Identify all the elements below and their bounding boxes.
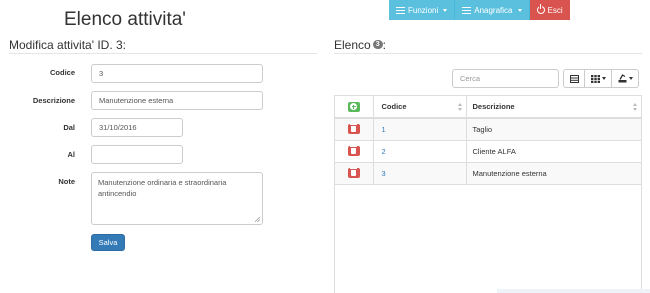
page-title: Elenco attivita' — [64, 9, 186, 30]
descrizione-label: Descrizione — [32, 96, 75, 105]
delete-row-button[interactable] — [347, 146, 360, 156]
export-icon — [618, 74, 626, 83]
caret-down-icon — [443, 8, 448, 12]
grid-icon — [590, 74, 600, 83]
codice-cell[interactable]: 1 — [372, 118, 466, 141]
form-title-divider — [9, 53, 317, 54]
form-title: Modifica attivita' ID. 3: — [9, 38, 126, 52]
trash-icon — [350, 146, 358, 154]
list-icon — [462, 6, 472, 14]
columns-icon — [569, 74, 579, 83]
trash-icon — [350, 124, 358, 133]
funzioni-menu-button[interactable]: Funzioni — [389, 0, 456, 20]
trash-icon — [350, 168, 358, 176]
esci-label: Esci — [547, 5, 563, 15]
count-badge: 3 — [372, 40, 383, 50]
dal-label: Dal — [63, 123, 75, 132]
anagrafica-label: Anagrafica — [474, 5, 513, 15]
table-row[interactable]: 2 Cliente ALFA — [335, 140, 641, 163]
codice-label: Codice — [49, 68, 75, 77]
row-actions-cell — [335, 140, 373, 163]
funzioni-label: Funzioni — [408, 5, 439, 15]
codice-header-label: Codice — [381, 102, 407, 111]
caret-down-icon — [517, 8, 522, 12]
table-header-row: Codice Descrizione — [335, 96, 641, 119]
save-button[interactable]: Salva — [91, 234, 125, 251]
table-toolbar — [563, 69, 639, 88]
descrizione-cell: Manutenzione esterna — [465, 162, 641, 185]
al-date-field[interactable] — [91, 145, 183, 164]
add-record-button[interactable] — [347, 101, 360, 112]
codice-column-header[interactable]: Codice — [372, 96, 466, 119]
esci-button[interactable]: Esci — [529, 0, 570, 20]
row-actions-cell — [335, 118, 373, 141]
descrizione-field[interactable]: Manutenzione esterna — [91, 91, 263, 110]
descrizione-header-label: Descrizione — [472, 102, 515, 111]
descrizione-cell: Taglio — [465, 118, 641, 141]
table-row[interactable]: 3 Manutenzione esterna — [335, 162, 641, 185]
codice-cell[interactable]: 3 — [372, 162, 466, 185]
records-table: Codice Descrizione 1 Taglio 2 Cliente AL… — [334, 95, 642, 293]
sort-icon — [457, 103, 462, 111]
top-nav: Funzioni Anagrafica Esci — [389, 0, 570, 20]
export-menu-button[interactable] — [612, 69, 639, 88]
codice-field[interactable]: 3 — [91, 64, 263, 83]
power-icon — [536, 4, 545, 14]
note-textarea[interactable]: Manutenzione ordinaria e straordinaria a… — [91, 172, 263, 225]
caret-down-icon — [601, 77, 606, 80]
records-table-grid: Codice Descrizione 1 Taglio 2 Cliente AL… — [335, 96, 641, 185]
anagrafica-menu-button[interactable]: Anagrafica — [455, 0, 530, 20]
note-label: Note — [58, 177, 75, 186]
delete-row-button[interactable] — [347, 168, 360, 178]
list-title: Elenco 3: — [334, 38, 386, 52]
search-input[interactable]: Cerca — [452, 69, 559, 88]
row-actions-cell — [335, 162, 373, 185]
descrizione-column-header[interactable]: Descrizione — [465, 96, 641, 119]
dal-date-field[interactable]: 31/10/2016 — [91, 118, 183, 137]
toggle-view-button[interactable] — [563, 69, 585, 88]
delete-row-button[interactable] — [347, 124, 360, 135]
list-title-text: Elenco — [334, 38, 371, 52]
list-title-colon: : — [382, 38, 386, 52]
descrizione-cell: Cliente ALFA — [465, 140, 641, 163]
list-icon — [396, 6, 405, 14]
sort-icon — [633, 103, 637, 111]
columns-menu-button[interactable] — [585, 69, 612, 88]
table-row[interactable]: 1 Taglio — [335, 118, 641, 141]
plus-icon — [350, 103, 358, 110]
app-root: Funzioni Anagrafica Esci Elenco attivita… — [0, 0, 650, 293]
codice-cell[interactable]: 2 — [372, 140, 466, 163]
add-column-header — [335, 96, 373, 119]
caret-down-icon — [628, 77, 633, 80]
list-title-divider — [334, 53, 642, 54]
horizontal-scrollbar[interactable] — [497, 289, 650, 293]
resize-grip-icon[interactable] — [255, 217, 260, 222]
note-text: Manutenzione ordinaria e straordinaria a… — [98, 178, 227, 198]
al-label: Al — [67, 150, 76, 159]
